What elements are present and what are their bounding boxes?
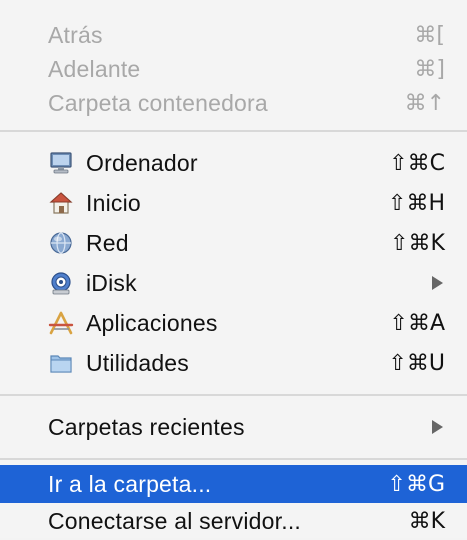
menu-item-label: Conectarse al servidor... bbox=[48, 507, 302, 534]
submenu-arrow-icon bbox=[432, 276, 443, 290]
menu-item-shortcut: ⌘K bbox=[408, 508, 445, 534]
menu-item-label: Carpeta contenedora bbox=[48, 89, 268, 116]
menu-item-go-to-folder[interactable]: Ir a la carpeta... ⇧⌘G bbox=[0, 465, 467, 503]
menu-item-shortcut: ⇧⌘G bbox=[387, 471, 445, 497]
menu-item-utilities[interactable]: Utilidades ⇧⌘U bbox=[0, 344, 467, 382]
menu-item-connect-to-server[interactable]: Conectarse al servidor... ⌘K bbox=[0, 502, 467, 540]
menu-item-label: Carpetas recientes bbox=[48, 413, 245, 440]
menu-item-home[interactable]: Inicio ⇧⌘H bbox=[0, 184, 467, 222]
menu-item-idisk[interactable]: iDisk bbox=[0, 264, 467, 302]
menu-separator bbox=[0, 130, 467, 132]
utilities-folder-icon bbox=[47, 349, 75, 377]
menu-item-recent-folders[interactable]: Carpetas recientes bbox=[0, 408, 467, 446]
idisk-icon bbox=[47, 269, 75, 297]
menu-item-enclosing-folder[interactable]: Carpeta contenedora ⌘↑ bbox=[0, 84, 467, 122]
menu-item-label: Utilidades bbox=[86, 349, 189, 376]
menu-item-computer[interactable]: Ordenador ⇧⌘C bbox=[0, 144, 467, 182]
menu-item-shortcut: ⇧⌘A bbox=[389, 310, 445, 336]
menu-item-label: Inicio bbox=[86, 189, 141, 216]
submenu-arrow-icon bbox=[432, 420, 443, 434]
applications-icon bbox=[47, 309, 75, 337]
menu-item-shortcut: ⌘] bbox=[414, 56, 445, 82]
menu-item-label: Ir a la carpeta... bbox=[48, 470, 212, 497]
menu-item-shortcut: ⇧⌘U bbox=[388, 350, 445, 376]
menu-item-back[interactable]: Atrás ⌘[ bbox=[0, 16, 467, 54]
menu-separator bbox=[0, 458, 467, 460]
menu-item-shortcut: ⌘[ bbox=[414, 22, 445, 48]
menu-item-label: Adelante bbox=[48, 55, 141, 82]
menu-item-label: Aplicaciones bbox=[86, 309, 218, 336]
menu-item-label: Atrás bbox=[48, 21, 103, 48]
home-icon bbox=[47, 189, 75, 217]
menu-item-shortcut: ⇧⌘H bbox=[388, 190, 445, 216]
menu-item-label: Red bbox=[86, 229, 129, 256]
menu-item-shortcut: ⌘↑ bbox=[404, 90, 445, 116]
menu-item-shortcut: ⇧⌘C bbox=[389, 150, 445, 176]
network-icon bbox=[47, 229, 75, 257]
menu-item-network[interactable]: Red ⇧⌘K bbox=[0, 224, 467, 262]
computer-icon bbox=[47, 149, 75, 177]
menu-item-label: iDisk bbox=[86, 269, 137, 296]
menu-item-applications[interactable]: Aplicaciones ⇧⌘A bbox=[0, 304, 467, 342]
go-menu: Atrás ⌘[ Adelante ⌘] Carpeta contenedora… bbox=[0, 0, 467, 538]
menu-item-shortcut: ⇧⌘K bbox=[390, 230, 445, 256]
menu-separator bbox=[0, 394, 467, 396]
menu-item-forward[interactable]: Adelante ⌘] bbox=[0, 50, 467, 88]
menu-item-label: Ordenador bbox=[86, 149, 198, 176]
